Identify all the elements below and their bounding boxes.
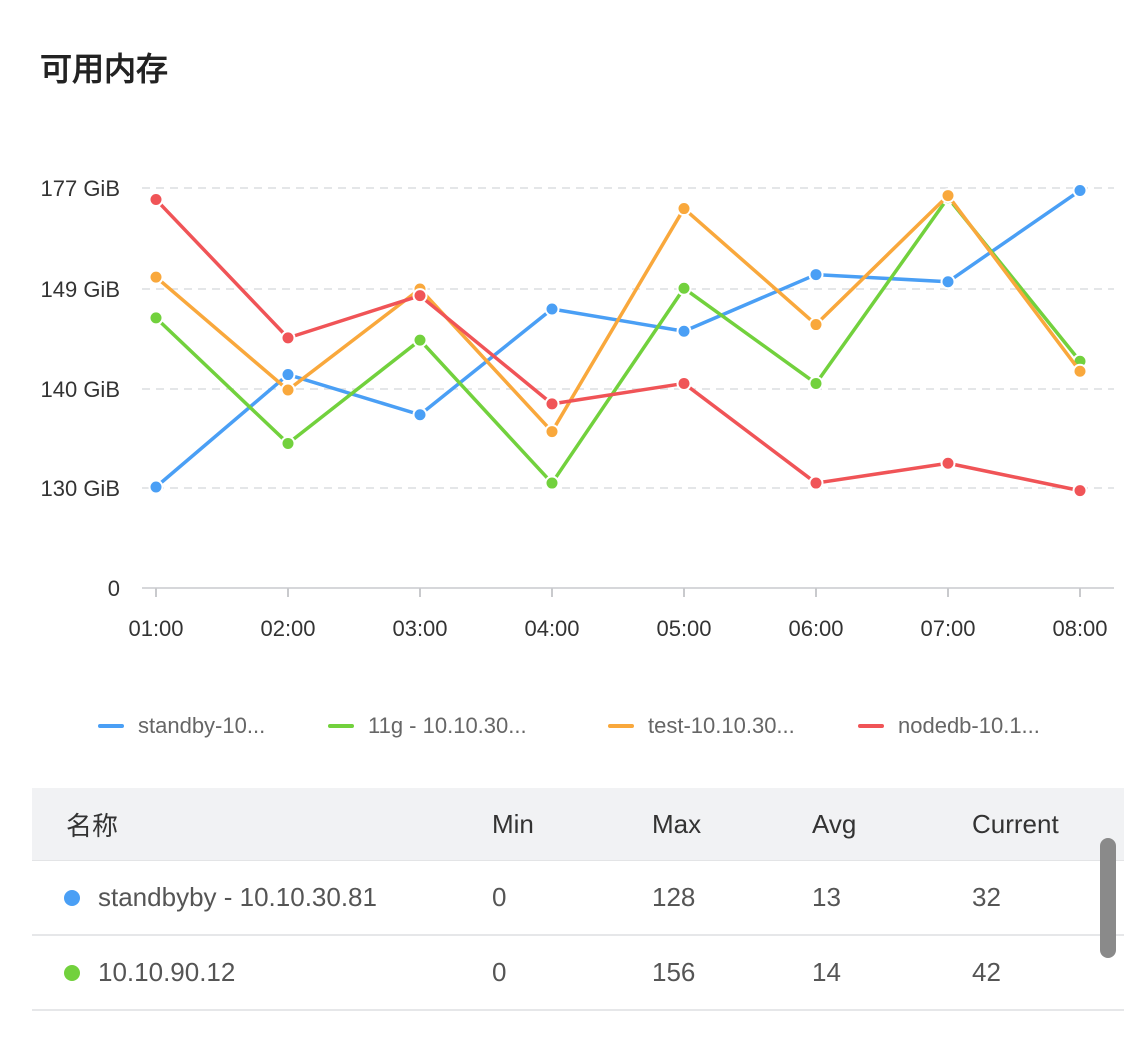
data-point[interactable]: [412, 407, 428, 423]
row-current: 32: [972, 882, 1001, 912]
row-name: 10.10.90.12: [98, 957, 236, 987]
row-max: 156: [652, 957, 696, 987]
x-tick-label: 07:00: [920, 616, 975, 641]
legend-swatch: [608, 724, 634, 728]
table-header: 名称 Min Max Avg Current: [32, 788, 1124, 861]
data-point[interactable]: [1072, 483, 1088, 499]
series-color-dot: [64, 964, 80, 981]
data-point[interactable]: [280, 382, 296, 398]
data-point[interactable]: [544, 424, 560, 440]
data-point[interactable]: [148, 192, 164, 208]
x-tick-label: 02:00: [260, 616, 315, 641]
data-point[interactable]: [676, 280, 692, 296]
table-row[interactable]: 10.10.90.12 0 156 14 42: [32, 936, 1124, 1011]
series-line: [154, 193, 1082, 434]
row-max: 128: [652, 882, 696, 912]
legend-item[interactable]: standby-10...: [98, 708, 265, 744]
data-point[interactable]: [1072, 183, 1088, 199]
legend-swatch: [328, 724, 354, 728]
legend-label: nodedb-10.1...: [898, 713, 1040, 738]
header-min: Min: [492, 808, 534, 839]
legend-swatch: [858, 724, 884, 728]
x-axis: 01:00 02:00 03:00 04:00 05:00 06:00 07:00 08:00: [128, 587, 1114, 641]
legend-label: test-10.10.30...: [648, 713, 795, 738]
legend-label: standby-10...: [138, 713, 266, 738]
data-point[interactable]: [676, 201, 692, 217]
data-point[interactable]: [544, 396, 560, 412]
header-current: Current: [972, 808, 1059, 839]
data-point[interactable]: [148, 269, 164, 285]
legend-item[interactable]: nodedb-10.1...: [858, 708, 1040, 744]
legend-item[interactable]: 11g - 10.10.30...: [328, 708, 527, 744]
x-tick-label: 04:00: [524, 616, 579, 641]
data-point[interactable]: [412, 288, 428, 304]
data-point[interactable]: [808, 375, 824, 391]
y-tick-label: 130 GiB: [41, 476, 121, 501]
data-point[interactable]: [808, 267, 824, 283]
series-color-dot: [64, 889, 80, 906]
x-tick-label: 08:00: [1052, 616, 1107, 641]
y-tick-label: 0: [108, 576, 120, 601]
series-layer: [148, 183, 1088, 499]
y-tick-label: 149 GiB: [41, 277, 121, 302]
x-tick-label: 06:00: [788, 616, 843, 641]
data-point[interactable]: [676, 323, 692, 339]
legend-item[interactable]: test-10.10.30...: [608, 708, 795, 744]
data-point[interactable]: [148, 310, 164, 326]
data-point[interactable]: [280, 330, 296, 346]
row-current: 42: [972, 957, 1001, 987]
data-point[interactable]: [544, 301, 560, 317]
header-max: Max: [652, 808, 702, 839]
stats-table: 名称 Min Max Avg Current standbyby - 10.10…: [32, 788, 1124, 1011]
row-avg: 14: [812, 957, 841, 987]
row-avg: 13: [812, 882, 841, 912]
x-tick-label: 01:00: [128, 616, 183, 641]
table-scrollbar[interactable]: [1100, 838, 1116, 958]
legend-swatch: [98, 724, 124, 728]
header-name: 名称: [66, 810, 119, 841]
data-point[interactable]: [544, 475, 560, 491]
row-name: standbyby - 10.10.30.81: [98, 882, 377, 912]
row-name-cell: standbyby - 10.10.30.81: [64, 861, 377, 934]
data-point[interactable]: [808, 317, 824, 333]
table-row[interactable]: standbyby - 10.10.30.81 0 128 13 32: [32, 861, 1124, 936]
header-avg: Avg: [812, 808, 857, 839]
data-point[interactable]: [280, 367, 296, 383]
line-chart: 0 130 GiB 140 GiB 149 GiB 177 GiB 01:00 02:00…: [41, 176, 1114, 641]
y-tick-label: 177 GiB: [41, 176, 121, 201]
x-tick-label: 05:00: [656, 616, 711, 641]
data-point[interactable]: [808, 475, 824, 491]
data-point[interactable]: [412, 332, 428, 348]
row-name-cell: 10.10.90.12: [64, 936, 235, 1009]
data-point[interactable]: [940, 455, 956, 471]
y-axis: 0 130 GiB 140 GiB 149 GiB 177 GiB: [41, 176, 121, 601]
data-point[interactable]: [940, 188, 956, 204]
y-tick-label: 140 GiB: [41, 377, 121, 402]
row-min: 0: [492, 882, 507, 912]
data-point[interactable]: [1072, 363, 1088, 379]
data-point[interactable]: [940, 274, 956, 290]
chart-legend: standby-10... 11g - 10.10.30... test-10.10…: [0, 708, 1148, 748]
data-point[interactable]: [148, 479, 164, 495]
row-min: 0: [492, 957, 507, 987]
series-group: [148, 192, 1088, 499]
data-point[interactable]: [676, 375, 692, 391]
series-group: [148, 188, 1088, 440]
x-tick-label: 03:00: [392, 616, 447, 641]
legend-label: 11g - 10.10.30...: [368, 713, 527, 738]
data-point[interactable]: [280, 435, 296, 451]
